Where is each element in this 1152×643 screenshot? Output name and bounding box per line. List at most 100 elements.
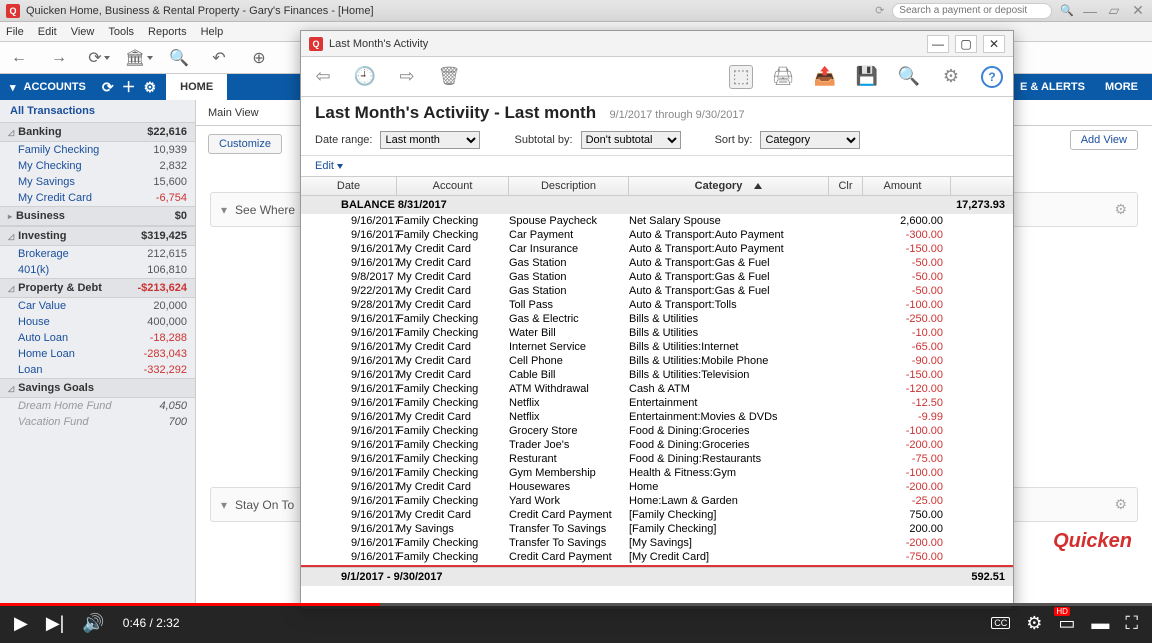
sidebar-account-row[interactable]: Family Checking10,939 xyxy=(0,142,195,158)
date-range-select[interactable]: Last month xyxy=(380,131,480,149)
transaction-row[interactable]: 9/16/2017Family CheckingResturantFood & … xyxy=(301,452,1013,466)
magnify-icon[interactable]: 🔍 xyxy=(168,47,190,69)
window-close-icon[interactable]: ✕ xyxy=(1130,2,1146,19)
transaction-row[interactable]: 9/16/2017My Credit CardCredit Card Payme… xyxy=(301,508,1013,522)
undo-icon[interactable]: ↶ xyxy=(208,47,230,69)
back-icon[interactable]: ← xyxy=(8,47,30,69)
menu-reports[interactable]: Reports xyxy=(148,26,187,38)
col-date[interactable]: Date xyxy=(301,177,397,195)
sidebar-group-header[interactable]: ▸Business$0 xyxy=(0,206,195,226)
add-view-button[interactable]: Add View xyxy=(1070,130,1138,150)
captions-icon[interactable]: CC xyxy=(991,617,1010,629)
nav-more[interactable]: MORE xyxy=(1105,81,1138,93)
add-account-icon[interactable]: ＋ xyxy=(122,77,136,97)
sidebar-account-row[interactable]: Loan-332,292 xyxy=(0,362,195,378)
main-view-tab[interactable]: Main View xyxy=(208,107,259,119)
window-minimize-icon[interactable]: — xyxy=(1082,3,1098,19)
sidebar-group-header[interactable]: ◿Banking$22,616 xyxy=(0,122,195,142)
transaction-row[interactable]: 9/16/2017My Credit CardInternet ServiceB… xyxy=(301,340,1013,354)
gear-icon[interactable]: ⚙ xyxy=(1114,201,1127,218)
dialog-minimize-icon[interactable]: — xyxy=(927,35,949,53)
dialog-maximize-icon[interactable]: ▢ xyxy=(955,35,977,53)
transaction-row[interactable]: 9/16/2017My Credit CardCar InsuranceAuto… xyxy=(301,242,1013,256)
transaction-row[interactable]: 9/16/2017Family CheckingYard WorkHome:La… xyxy=(301,494,1013,508)
help-icon[interactable]: ? xyxy=(981,66,1003,88)
fullscreen-icon[interactable]: ⛶ xyxy=(1125,613,1138,634)
theater-icon[interactable]: ▬ xyxy=(1091,613,1109,634)
search-icon[interactable]: 🔍 xyxy=(1060,4,1074,17)
sync-icon[interactable]: ⟳ xyxy=(88,47,110,69)
transaction-row[interactable]: 9/16/2017Family CheckingATM WithdrawalCa… xyxy=(301,382,1013,396)
bank-icon[interactable]: 🏛 xyxy=(128,47,150,69)
global-search-input[interactable] xyxy=(892,3,1052,19)
col-category[interactable]: Category xyxy=(629,177,829,195)
refresh-accounts-icon[interactable]: ⟳ xyxy=(102,79,114,96)
sidebar-group-header[interactable]: ◿Property & Debt-$213,624 xyxy=(0,278,195,298)
sidebar-account-row[interactable]: Car Value20,000 xyxy=(0,298,195,314)
miniplayer-icon[interactable]: ▭ xyxy=(1058,613,1075,634)
transaction-row[interactable]: 9/16/2017Family CheckingTrader Joe'sFood… xyxy=(301,438,1013,452)
print-icon[interactable]: 🖨 xyxy=(771,65,795,89)
gear-icon[interactable]: ⚙ xyxy=(144,79,157,96)
report-body[interactable]: BALANCE 8/31/2017 17,273.93 9/16/2017Fam… xyxy=(301,196,1013,609)
settings-icon[interactable]: ⚙HD xyxy=(1026,613,1042,634)
transaction-row[interactable]: 9/16/2017Family CheckingTransfer To Savi… xyxy=(301,536,1013,550)
transaction-row[interactable]: 9/16/2017Family CheckingGas & ElectricBi… xyxy=(301,312,1013,326)
forward-icon[interactable]: → xyxy=(48,47,70,69)
gear-icon[interactable]: ⚙ xyxy=(1114,496,1127,513)
sidebar-account-row[interactable]: My Checking2,832 xyxy=(0,158,195,174)
sort-select[interactable]: Category xyxy=(760,131,860,149)
transaction-row[interactable]: 9/16/2017Family CheckingCredit Card Paym… xyxy=(301,550,1013,564)
next-icon[interactable]: ▶| xyxy=(46,613,65,634)
nav-alerts[interactable]: E & ALERTS xyxy=(1020,81,1085,93)
subtotal-select[interactable]: Don't subtotal xyxy=(581,131,681,149)
transaction-row[interactable]: 9/16/2017My SavingsTransfer To Savings[F… xyxy=(301,522,1013,536)
forward-icon[interactable]: ⇨ xyxy=(395,65,419,89)
sidebar-account-row[interactable]: Auto Loan-18,288 xyxy=(0,330,195,346)
col-description[interactable]: Description xyxy=(509,177,629,195)
transaction-row[interactable]: 9/8/2017My Credit CardGas StationAuto & … xyxy=(301,270,1013,284)
accounts-header[interactable]: ▾ ACCOUNTS ⟳ ＋ ⚙ xyxy=(0,77,166,97)
stay-on-top-section[interactable]: Stay On To xyxy=(235,498,294,512)
transaction-row[interactable]: 9/16/2017Family CheckingGym MembershipHe… xyxy=(301,466,1013,480)
transaction-row[interactable]: 9/16/2017My Credit CardGas StationAuto &… xyxy=(301,256,1013,270)
sidebar-account-row[interactable]: My Credit Card-6,754 xyxy=(0,190,195,206)
transaction-row[interactable]: 9/28/2017My Credit CardToll PassAuto & T… xyxy=(301,298,1013,312)
history-icon[interactable]: 🕘 xyxy=(353,65,377,89)
all-transactions-link[interactable]: All Transactions xyxy=(0,100,195,122)
transaction-row[interactable]: 9/16/2017My Credit CardCable BillBills &… xyxy=(301,368,1013,382)
transaction-row[interactable]: 9/16/2017My Credit CardNetflixEntertainm… xyxy=(301,410,1013,424)
sidebar-account-row[interactable]: Dream Home Fund4,050 xyxy=(0,398,195,414)
volume-icon[interactable]: 🔊 xyxy=(82,613,104,634)
transaction-row[interactable]: 9/22/2017My Credit CardGas StationAuto &… xyxy=(301,284,1013,298)
see-where-section[interactable]: See Where xyxy=(235,203,295,217)
save-icon[interactable]: 💾 xyxy=(855,65,879,89)
transaction-row[interactable]: 9/16/2017Family CheckingCar PaymentAuto … xyxy=(301,228,1013,242)
trash-icon[interactable]: 🗑 xyxy=(437,65,461,89)
col-amount[interactable]: Amount xyxy=(863,177,951,195)
refresh-icon[interactable]: ⟳ xyxy=(875,4,884,17)
sidebar-account-row[interactable]: Vacation Fund700 xyxy=(0,414,195,430)
cursor-icon[interactable]: ⬚ xyxy=(729,65,753,89)
video-progress[interactable] xyxy=(0,603,1152,606)
customize-button[interactable]: Customize xyxy=(208,134,282,154)
play-icon[interactable]: ▶ xyxy=(14,613,28,634)
menu-edit[interactable]: Edit xyxy=(38,26,57,38)
reconcile-icon[interactable]: ⊕ xyxy=(248,47,270,69)
transaction-row[interactable]: 9/16/2017My Credit CardHousewaresHome-20… xyxy=(301,480,1013,494)
transaction-row[interactable]: 9/16/2017Family CheckingNetflixEntertain… xyxy=(301,396,1013,410)
col-clr[interactable]: Clr xyxy=(829,177,863,195)
transaction-row[interactable]: 9/16/2017Family CheckingSpouse PaycheckN… xyxy=(301,214,1013,228)
sidebar-group-header[interactable]: ◿Investing$319,425 xyxy=(0,226,195,246)
sidebar-group-header[interactable]: ◿Savings Goals xyxy=(0,378,195,398)
transaction-row[interactable]: 9/16/2017My Credit CardCell PhoneBills &… xyxy=(301,354,1013,368)
col-account[interactable]: Account xyxy=(397,177,509,195)
gear-icon[interactable]: ⚙ xyxy=(939,65,963,89)
chevron-down-icon[interactable]: ▾ xyxy=(221,203,227,217)
chevron-down-icon[interactable]: ▾ xyxy=(221,498,227,512)
menu-tools[interactable]: Tools xyxy=(108,26,134,38)
menu-file[interactable]: File xyxy=(6,26,24,38)
sidebar-account-row[interactable]: Home Loan-283,043 xyxy=(0,346,195,362)
sidebar-account-row[interactable]: 401(k)106,810 xyxy=(0,262,195,278)
tab-home[interactable]: HOME xyxy=(166,74,227,100)
